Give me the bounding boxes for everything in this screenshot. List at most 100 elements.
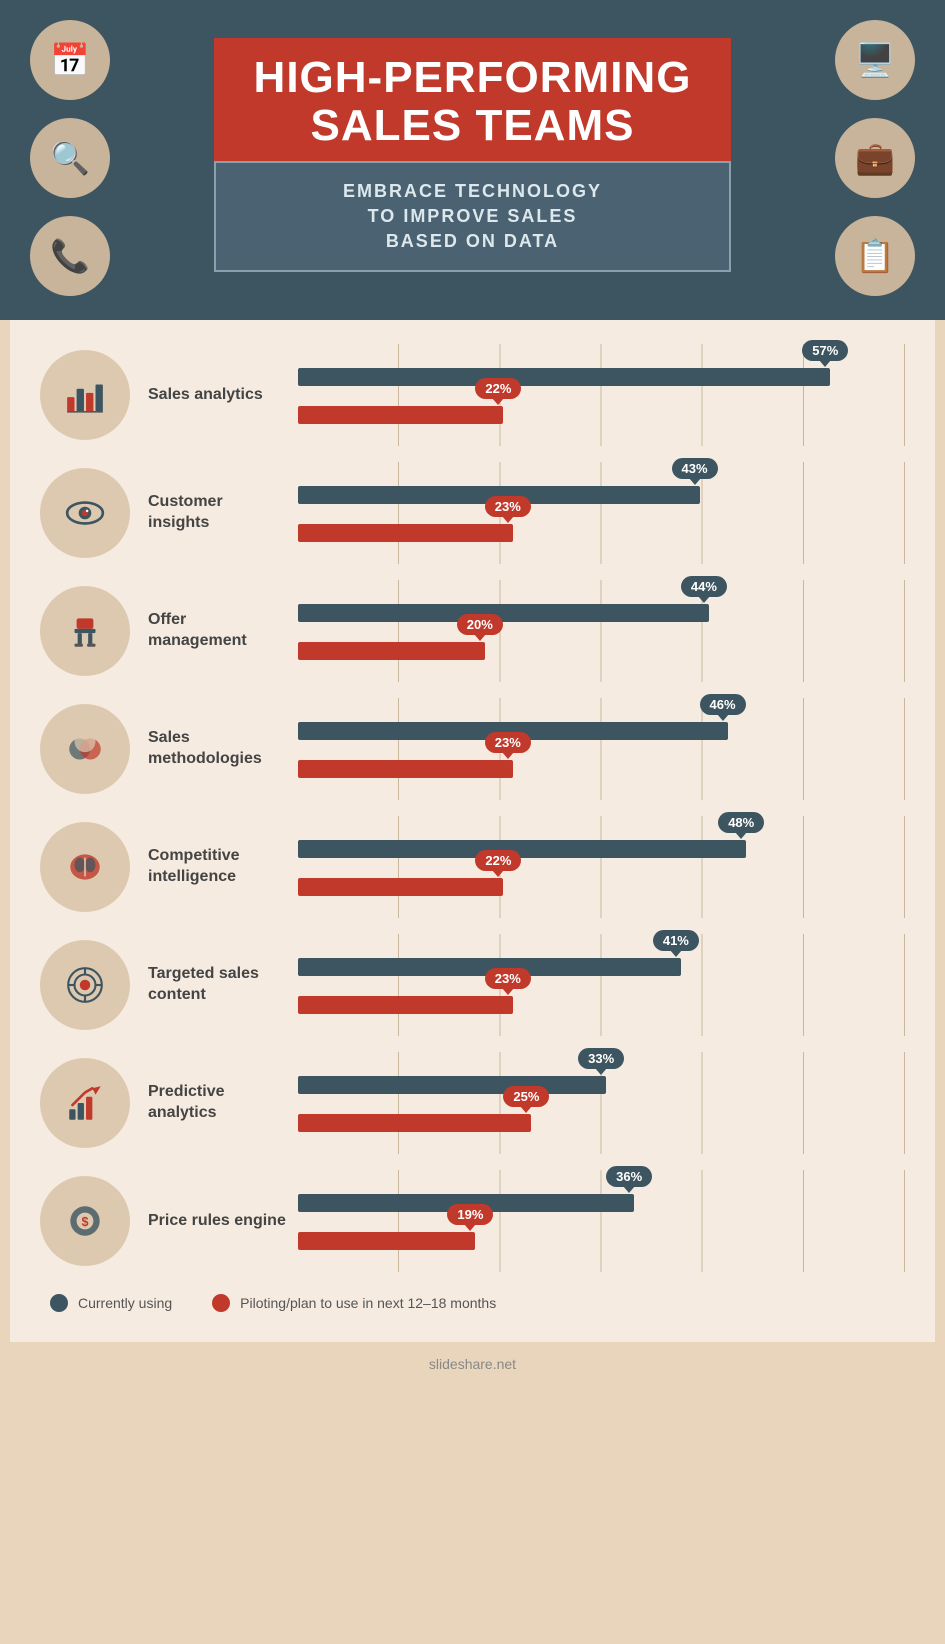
bar-area-5: 41% 23%	[298, 942, 905, 1028]
bar-area-0: 57% 22%	[298, 352, 905, 438]
row-label-0: Sales analytics	[148, 385, 288, 406]
chart-row: $ Price rules engine 36% 19%	[40, 1176, 905, 1266]
row-icon-4	[40, 822, 130, 912]
header-icons-right: 🖥️ 💼 📋	[835, 20, 915, 296]
chart-row: Offer management 44% 20%	[40, 586, 905, 676]
row-label-7: Price rules engine	[148, 1211, 288, 1232]
bar-row-red-5: 23%	[298, 996, 905, 1014]
row-icon-3	[40, 704, 130, 794]
legend-red-label: Piloting/plan to use in next 12–18 month…	[240, 1295, 496, 1311]
bar-dark-4: 48%	[298, 840, 746, 858]
chart-row: Targeted sales content 41% 23%	[40, 940, 905, 1030]
main-title: HIGH-PERFORMING SALES TEAMS	[254, 54, 692, 151]
bar-area-1: 43% 23%	[298, 470, 905, 556]
bar-row-dark-7: 36%	[298, 1194, 905, 1218]
document-search-icon: 🔍	[30, 118, 110, 198]
legend-currently-using: Currently using	[50, 1294, 172, 1312]
briefcase-icon: 💼	[835, 118, 915, 198]
bubble-red-4: 22%	[475, 850, 521, 871]
row-icon-1	[40, 468, 130, 558]
chart-row: Sales methodologies 46% 23%	[40, 704, 905, 794]
clipboard-icon: 📋	[835, 216, 915, 296]
bar-area-3: 46% 23%	[298, 706, 905, 792]
bar-area-7: 36% 19%	[298, 1178, 905, 1264]
bar-area-2: 44% 20%	[298, 588, 905, 674]
bubble-dark-6: 33%	[578, 1048, 624, 1069]
row-label-1: Customer insights	[148, 492, 288, 534]
row-label-5: Targeted sales content	[148, 964, 288, 1006]
row-icon-7: $	[40, 1176, 130, 1266]
bubble-dark-1: 43%	[672, 458, 718, 479]
network-icon: 🖥️	[835, 20, 915, 100]
bar-row-dark-6: 33%	[298, 1076, 905, 1100]
row-icon-2	[40, 586, 130, 676]
header-icons-left: 📅 🔍 📞	[30, 20, 110, 296]
bar-row-dark-5: 41%	[298, 958, 905, 982]
bubble-dark-7: 36%	[606, 1166, 652, 1187]
bar-area-4: 48% 22%	[298, 824, 905, 910]
bar-row-dark-3: 46%	[298, 722, 905, 746]
chart-row: Predictive analytics 33% 25%	[40, 1058, 905, 1148]
bar-row-dark-1: 43%	[298, 486, 905, 510]
row-label-6: Predictive analytics	[148, 1082, 288, 1124]
bubble-dark-3: 46%	[700, 694, 746, 715]
bar-red-7: 19%	[298, 1232, 475, 1250]
title-box: HIGH-PERFORMING SALES TEAMS EMBRACE TECH…	[214, 38, 732, 272]
bar-row-red-3: 23%	[298, 760, 905, 778]
row-icon-5	[40, 940, 130, 1030]
bar-row-red-4: 22%	[298, 878, 905, 896]
bubble-red-3: 23%	[485, 732, 531, 753]
bar-row-red-1: 23%	[298, 524, 905, 542]
bar-row-red-2: 20%	[298, 642, 905, 660]
calendar-icon: 📅	[30, 20, 110, 100]
legend-piloting: Piloting/plan to use in next 12–18 month…	[212, 1294, 496, 1312]
bubble-dark-4: 48%	[718, 812, 764, 833]
bubble-red-0: 22%	[475, 378, 521, 399]
bubble-dark-0: 57%	[802, 340, 848, 361]
chart-row: Sales analytics 57% 22%	[40, 350, 905, 440]
bubble-red-6: 25%	[503, 1086, 549, 1107]
chart-row: Customer insights 43% 23%	[40, 468, 905, 558]
bar-row-red-7: 19%	[298, 1232, 905, 1250]
bar-red-5: 23%	[298, 996, 513, 1014]
svg-text:$: $	[81, 1215, 88, 1229]
main-content: Sales analytics 57% 22%	[10, 320, 935, 1342]
bar-red-3: 23%	[298, 760, 513, 778]
legend-dark-label: Currently using	[78, 1295, 172, 1311]
bar-red-6: 25%	[298, 1114, 531, 1132]
title-main: HIGH-PERFORMING SALES TEAMS	[214, 38, 732, 161]
bubble-red-1: 23%	[485, 496, 531, 517]
bubble-dark-2: 44%	[681, 576, 727, 597]
bar-row-dark-2: 44%	[298, 604, 905, 628]
bar-red-4: 22%	[298, 878, 503, 896]
bar-row-red-0: 22%	[298, 406, 905, 424]
bubble-red-7: 19%	[447, 1204, 493, 1225]
bar-dark-2: 44%	[298, 604, 709, 622]
row-label-2: Offer management	[148, 610, 288, 652]
subtitle-text: EMBRACE TECHNOLOGY TO IMPROVE SALES BASE…	[256, 179, 690, 255]
bubble-dark-5: 41%	[653, 930, 699, 951]
bar-dark-0: 57%	[298, 368, 830, 386]
row-icon-6	[40, 1058, 130, 1148]
bar-row-dark-0: 57%	[298, 368, 905, 392]
footer: slideshare.net	[0, 1342, 945, 1386]
legend: Currently using Piloting/plan to use in …	[40, 1294, 905, 1312]
row-label-3: Sales methodologies	[148, 728, 288, 770]
bar-dark-6: 33%	[298, 1076, 606, 1094]
legend-dot-red	[212, 1294, 230, 1312]
footer-text: slideshare.net	[429, 1356, 516, 1372]
legend-dot-dark	[50, 1294, 68, 1312]
bar-area-6: 33% 25%	[298, 1060, 905, 1146]
phone-icon: 📞	[30, 216, 110, 296]
row-icon-0	[40, 350, 130, 440]
bar-row-red-6: 25%	[298, 1114, 905, 1132]
title-subtitle: EMBRACE TECHNOLOGY TO IMPROVE SALES BASE…	[214, 161, 732, 273]
bar-row-dark-4: 48%	[298, 840, 905, 864]
bar-red-0: 22%	[298, 406, 503, 424]
bubble-red-5: 23%	[485, 968, 531, 989]
bar-red-2: 20%	[298, 642, 485, 660]
chart-row: Competitive intelligence 48% 22%	[40, 822, 905, 912]
chart-container: Sales analytics 57% 22%	[40, 350, 905, 1266]
bar-red-1: 23%	[298, 524, 513, 542]
header: 📅 🔍 📞 HIGH-PERFORMING SALES TEAMS EMBRAC…	[0, 0, 945, 320]
